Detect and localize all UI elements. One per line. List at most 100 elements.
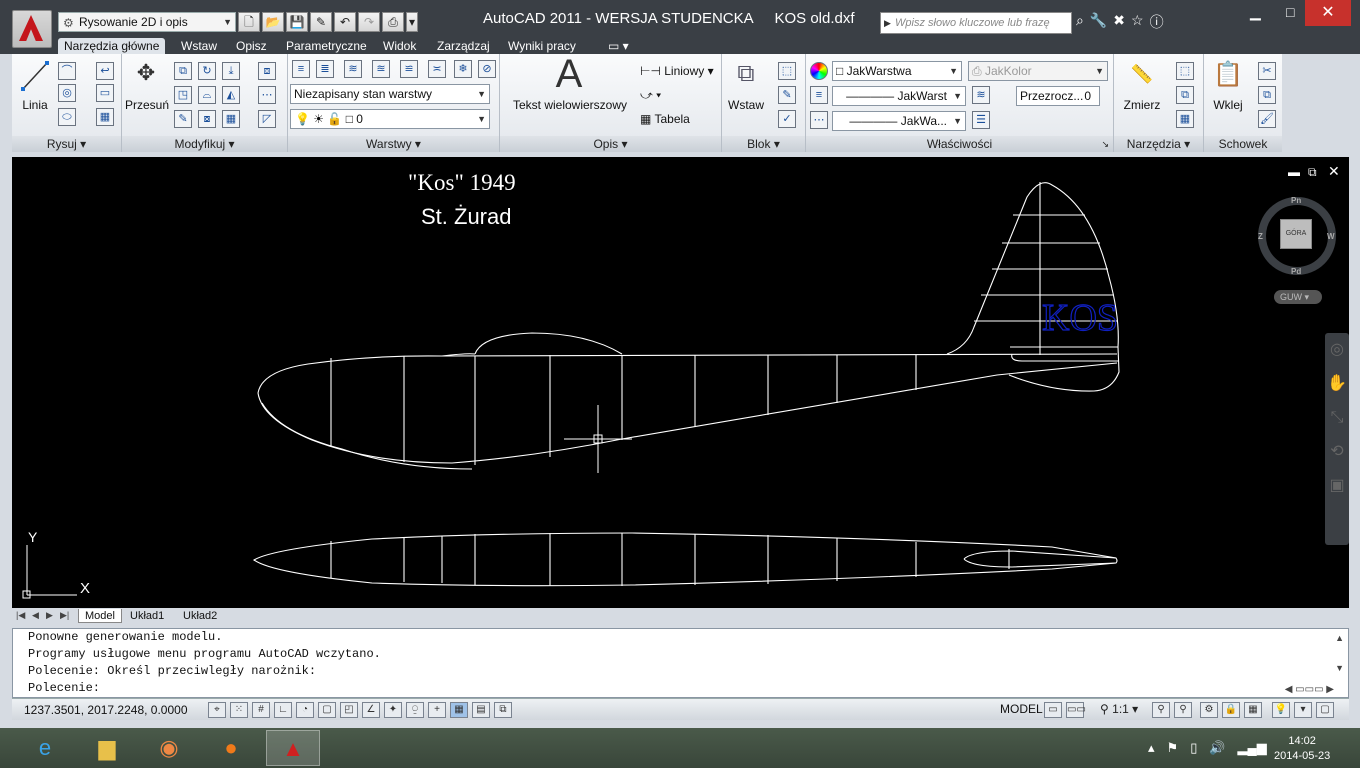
insert-block-icon[interactable]: ⧉ — [728, 60, 764, 88]
transparency-toggle-icon[interactable]: ▦ — [450, 702, 468, 718]
hardware-acceleration-icon[interactable]: ▦ — [1244, 702, 1262, 718]
binoculars-icon[interactable]: ⌕ — [1076, 12, 1084, 32]
wrench-icon[interactable]: 🔧 — [1090, 12, 1107, 32]
volume-icon[interactable]: 🔊 — [1209, 740, 1225, 756]
linetype-select[interactable]: ———— JakWarst ▼ — [832, 86, 966, 106]
tab-uklad1[interactable]: Układ1 — [124, 609, 170, 623]
erase-icon[interactable]: ⧈ — [258, 62, 276, 80]
trim-icon[interactable]: ⤓ — [222, 62, 240, 80]
block-attributes-icon[interactable]: ✓ — [778, 110, 796, 128]
ucs-menu-button[interactable]: GUW ▾ — [1274, 290, 1322, 304]
viewcube-west[interactable]: Z — [1258, 232, 1263, 241]
horizontal-scrollbar[interactable]: ◀ ▭▭▭ ▶ — [1285, 684, 1334, 695]
panel-title-opis[interactable]: Opis ▾ — [500, 136, 721, 152]
lineweight-select[interactable]: ———— JakWa... ▼ — [832, 111, 966, 131]
status-menu-icon[interactable]: ▾ — [1294, 702, 1312, 718]
dynamic-ucs-icon[interactable]: ✦ — [384, 702, 402, 718]
new-file-icon[interactable]: 🗋 — [238, 12, 260, 32]
search-input[interactable]: ▶ Wpisz słowo kluczowe lub frazę — [880, 12, 1072, 34]
application-menu-button[interactable] — [12, 10, 52, 48]
lock-ui-icon[interactable]: 🔒 — [1222, 702, 1240, 718]
move-icon[interactable]: ✥ — [126, 60, 166, 86]
tab-widok[interactable]: Widok — [383, 38, 416, 54]
chamfer-icon[interactable]: ◸ — [258, 110, 276, 128]
line-tool-icon[interactable] — [20, 60, 50, 92]
paste-icon[interactable]: 📋 — [1210, 60, 1246, 89]
grid-display-icon[interactable]: # — [252, 702, 270, 718]
redo-icon[interactable]: ↷ — [358, 12, 380, 32]
layer-freeze-icon[interactable]: ❄ — [454, 60, 472, 78]
workspace-switching-icon[interactable]: ⚙ — [1200, 702, 1218, 718]
layer-states-icon[interactable]: ≣ — [316, 60, 334, 78]
tab-wstaw[interactable]: Wstaw — [181, 38, 217, 54]
measure-tool-label[interactable]: Zmierz — [1118, 98, 1166, 112]
mtext-icon[interactable]: A — [544, 52, 594, 97]
hatch-icon[interactable]: ▦ — [96, 108, 114, 126]
zoom-icon[interactable]: ⤡ — [1325, 401, 1349, 435]
tab-uklad2[interactable]: Układ2 — [177, 609, 223, 623]
steering-wheel-icon[interactable]: ◎ — [1325, 333, 1349, 367]
list-icon[interactable]: ☰ — [972, 111, 990, 129]
auto-scale-icon[interactable]: ⚲ — [1174, 702, 1192, 718]
layer-walk-icon[interactable]: ≋ — [972, 86, 990, 104]
layer-unisolate-icon[interactable]: ≍ — [428, 60, 446, 78]
ortho-mode-icon[interactable]: ∟ — [274, 702, 292, 718]
panel-title-schowek[interactable]: Schowek — [1204, 136, 1282, 152]
tab-model[interactable]: Model — [78, 609, 122, 623]
rectangle-icon[interactable]: ▭ — [96, 84, 114, 102]
open-file-icon[interactable]: 📂 — [262, 12, 284, 32]
polar-tracking-icon[interactable]: ◔ — [296, 702, 314, 718]
internet-explorer-icon[interactable]: e — [18, 730, 72, 766]
minimize-icon[interactable]: ▁ — [1250, 4, 1261, 21]
cut-icon[interactable]: ✂ — [1258, 62, 1276, 80]
annotation-scale[interactable]: ⚲ 1:1 ▾ — [1100, 702, 1138, 716]
edit-block-icon[interactable]: ✎ — [778, 86, 796, 104]
glider-drawing[interactable]: KOS — [12, 157, 1349, 608]
quick-properties-icon[interactable]: ▤ — [472, 702, 490, 718]
viewport-minimize-icon[interactable]: ▬ — [1288, 165, 1300, 179]
layer-match-icon[interactable]: ≋ — [344, 60, 362, 78]
offset-icon[interactable]: ⧇ — [198, 110, 216, 128]
coordinates-readout[interactable]: 1237.3501, 2017.2248, 0.0000 — [24, 703, 188, 717]
circle-icon[interactable]: ◎ — [58, 84, 76, 102]
match-properties-icon[interactable]: 🖌 — [1258, 110, 1276, 128]
mirror-icon[interactable]: ◭ — [222, 86, 240, 104]
quick-view-layouts-icon[interactable]: ▭ — [1044, 702, 1062, 718]
quick-select-icon[interactable]: ⬚ — [1176, 62, 1194, 80]
exchange-icon[interactable]: ✖ — [1113, 12, 1125, 32]
battery-icon[interactable]: ▯ — [1190, 740, 1197, 756]
stretch-icon[interactable]: ◳ — [174, 86, 192, 104]
array-icon[interactable]: ▦ — [222, 110, 240, 128]
linetype-icon[interactable]: ≡ — [810, 86, 828, 104]
network-icon[interactable]: ▂▄▆ — [1238, 740, 1267, 756]
object-snap-tracking-icon[interactable]: ∠ — [362, 702, 380, 718]
tab-zarzadzaj[interactable]: Zarządzaj — [437, 38, 490, 54]
pan-icon[interactable]: ✋ — [1325, 367, 1349, 401]
isolate-objects-icon[interactable]: 💡 — [1272, 702, 1290, 718]
showmotion-icon[interactable]: ▣ — [1325, 469, 1349, 503]
viewcube-east[interactable]: W — [1327, 232, 1335, 241]
qat-dropdown-icon[interactable]: ▾ — [406, 12, 418, 32]
copy-icon[interactable]: ⧉ — [174, 62, 192, 80]
measure-icon[interactable]: 📏 — [1120, 64, 1164, 85]
ellipse-icon[interactable]: ⬭ — [58, 108, 76, 126]
3d-osnap-icon[interactable]: ◰ — [340, 702, 358, 718]
panel-title-narzedzia[interactable]: Narzędzia ▾ — [1114, 136, 1203, 152]
dialog-launcher-icon[interactable]: ↘ — [1101, 136, 1109, 152]
insert-tool-label[interactable]: Wstaw — [724, 98, 768, 112]
scroll-down-icon[interactable]: ▼ — [1335, 663, 1344, 673]
favorites-icon[interactable]: ☆ — [1131, 12, 1144, 32]
color-select[interactable]: □ JakWarstwa ▼ — [832, 61, 962, 81]
save-as-icon[interactable]: ✎ — [310, 12, 332, 32]
leader-button[interactable]: ⤻ ▾ — [640, 88, 661, 103]
help-icon[interactable]: ⓘ — [1150, 12, 1164, 32]
panel-title-wlasciwosci[interactable]: Właściwości ↘ — [806, 136, 1113, 152]
quick-view-drawings-icon[interactable]: ▭▭ — [1066, 702, 1086, 718]
chrome-icon[interactable]: ◉ — [142, 730, 196, 766]
workspace-selector[interactable]: ⚙ Rysowanie 2D i opis ▼ — [58, 12, 236, 32]
table-button[interactable]: ▦ Tabela — [640, 112, 690, 126]
first-tab-icon[interactable]: |◀ — [16, 610, 25, 621]
file-explorer-icon[interactable]: ▆ — [80, 730, 134, 766]
command-window[interactable]: Ponowne generowanie modelu. Programy usł… — [12, 628, 1349, 698]
mtext-tool-label[interactable]: Tekst wielowierszowy — [510, 98, 630, 112]
